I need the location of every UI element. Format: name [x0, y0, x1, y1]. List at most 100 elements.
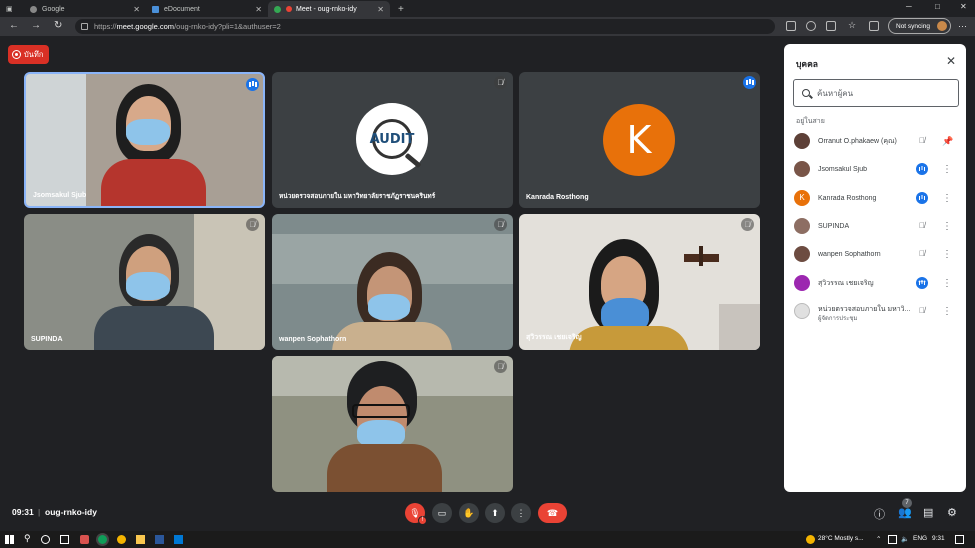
- clock[interactable]: 9:31: [932, 535, 945, 542]
- participant-name: Kanrada Rosthong: [526, 194, 589, 201]
- participant-row[interactable]: Jsomsakul Sjub ⋮: [784, 155, 966, 183]
- network-icon[interactable]: [888, 535, 897, 544]
- people-button[interactable]: 👥 7: [898, 498, 912, 519]
- recording-icon: [286, 6, 292, 12]
- translate-icon[interactable]: [806, 21, 816, 31]
- tab-actions-icon[interactable]: ▣: [0, 1, 22, 17]
- more-vert-icon[interactable]: ⋮: [942, 193, 952, 204]
- chrome-icon[interactable]: [117, 535, 126, 544]
- leave-call-button[interactable]: ☎: [538, 503, 567, 523]
- activities-icon[interactable]: ⚙: [947, 506, 957, 519]
- mic-toggle-button[interactable]: 🎙 !: [405, 503, 427, 525]
- weather-text[interactable]: 28°C Mostly s...: [818, 535, 864, 542]
- pin-icon[interactable]: 📌: [942, 136, 953, 147]
- participant-row[interactable]: wanpen Sophathorn 🎙̸ ⋮: [784, 240, 966, 268]
- participant-row[interactable]: K Kanrada Rosthong ⋮: [784, 184, 966, 212]
- task-view-icon[interactable]: [60, 535, 69, 544]
- search-input[interactable]: [817, 88, 947, 98]
- back-icon[interactable]: ←: [9, 20, 19, 31]
- video-tile-suwiwan[interactable]: 🎙̸ สุวิวรรณ เชยเจริญ: [519, 214, 760, 350]
- face-mask: [368, 294, 410, 320]
- mic-off-icon: 🎙̸: [246, 218, 259, 231]
- close-window-button[interactable]: ✕: [960, 2, 967, 11]
- people-search[interactable]: [793, 79, 959, 107]
- participant-name: สุวิวรรณ เชยเจริญ: [818, 279, 874, 287]
- video-tile-kanrada[interactable]: K Kanrada Rosthong: [519, 72, 760, 208]
- forward-icon[interactable]: →: [31, 20, 41, 31]
- participant-name: Orranut O.phakaew (คุณ): [818, 137, 897, 145]
- speaking-indicator-icon: [246, 78, 259, 91]
- collections-icon[interactable]: [869, 21, 879, 31]
- url-field[interactable]: https://meet.google.com/oug-rnko-idy?pli…: [75, 19, 775, 34]
- weather-icon[interactable]: [806, 535, 815, 544]
- search-icon[interactable]: ⚲: [24, 533, 31, 544]
- notifications-icon[interactable]: [955, 535, 964, 544]
- tray-chevron-icon[interactable]: ⌃: [876, 535, 881, 543]
- record-icon: [12, 50, 21, 59]
- maximize-button[interactable]: □: [935, 2, 940, 11]
- avatar: [794, 275, 810, 291]
- tab-meet[interactable]: Meet - oug-rnko-idy ✕: [268, 1, 390, 17]
- video-tile-audit-unit[interactable]: AUDIT 🎙̸ หน่วยตรวจสอบภายใน มหาวิทยาลัยรา…: [272, 72, 513, 208]
- participant-row[interactable]: Orranut O.phakaew (คุณ) 🎙̸ 📌: [784, 127, 966, 155]
- close-tab-icon[interactable]: ✕: [133, 5, 140, 14]
- mic-off-icon: 🎙̸: [919, 306, 925, 315]
- avatar: [794, 246, 810, 262]
- document-icon: [152, 5, 159, 13]
- volume-icon[interactable]: 🔈: [901, 535, 909, 543]
- reload-icon[interactable]: ↻: [54, 20, 62, 31]
- more-vert-icon[interactable]: ⋮: [942, 278, 952, 289]
- close-panel-icon[interactable]: ✕: [946, 54, 956, 68]
- participant-name: Jsomsakul Sjub: [818, 165, 868, 173]
- more-vert-icon[interactable]: ⋮: [942, 249, 952, 260]
- windows-taskbar: ⚲ 28°C Mostly s... ⌃ 🔈 ENG 9:31: [0, 531, 975, 548]
- app-icon[interactable]: [80, 535, 89, 544]
- participant-row[interactable]: หน่วยตรวจสอบภายใน มหาวิ... ผู้จัดการประช…: [784, 297, 966, 325]
- url-prefix: https://: [94, 22, 117, 31]
- participant-name: หน่วยตรวจสอบภายใน มหาวิทยาลัยราชภัฏราชนค…: [279, 193, 436, 200]
- cortana-icon[interactable]: [41, 535, 50, 544]
- bookmark-star-icon[interactable]: ☆: [848, 20, 856, 31]
- word-icon[interactable]: [155, 535, 164, 544]
- edge-icon[interactable]: [98, 535, 107, 544]
- avatar-letter-k: K: [603, 104, 675, 176]
- tab-google[interactable]: Google ✕: [24, 1, 146, 17]
- close-tab-icon[interactable]: ✕: [377, 5, 384, 14]
- browser-menu-icon[interactable]: ⋯: [958, 21, 967, 32]
- present-screen-button[interactable]: ⬆: [485, 503, 505, 523]
- windows-start-icon[interactable]: [5, 535, 14, 544]
- more-vert-icon[interactable]: ⋮: [942, 164, 952, 175]
- participant-row[interactable]: สุวิวรรณ เชยเจริญ ••• ⋮: [784, 269, 966, 297]
- more-vert-icon[interactable]: ⋮: [942, 306, 952, 317]
- video-tile-wanpen[interactable]: 🎙̸ wanpen Sophathorn: [272, 214, 513, 350]
- file-explorer-icon[interactable]: [136, 535, 145, 544]
- profile-sync-button[interactable]: Not syncing: [888, 18, 951, 34]
- participant-row[interactable]: SUPINDA 🎙̸ ⋮: [784, 212, 966, 240]
- language-indicator[interactable]: ENG: [913, 535, 927, 542]
- avatar: K: [794, 190, 810, 206]
- video-tile-supinda[interactable]: 🎙̸ SUPINDA: [24, 214, 265, 350]
- url-domain: meet.google.com: [116, 22, 175, 31]
- more-vert-icon[interactable]: ⋮: [942, 221, 952, 232]
- video-tile-unnamed[interactable]: 🎙̸: [272, 356, 513, 492]
- people-icon: 👥: [898, 507, 912, 519]
- new-tab-button[interactable]: +: [392, 1, 410, 17]
- tab-edocument[interactable]: eDocument ✕: [146, 1, 268, 17]
- recording-badge[interactable]: บันทึก: [8, 45, 49, 64]
- more-options-button[interactable]: ⋮: [511, 503, 531, 523]
- minimize-button[interactable]: ─: [906, 2, 912, 11]
- camera-indicator-icon[interactable]: [786, 21, 796, 31]
- lock-icon[interactable]: [81, 23, 88, 30]
- close-tab-icon[interactable]: ✕: [255, 5, 262, 14]
- raise-hand-button[interactable]: ✋: [459, 503, 479, 523]
- camera-toggle-button[interactable]: ▭: [432, 503, 452, 523]
- meeting-info-icon[interactable]: ⓘ: [874, 506, 885, 522]
- store-icon[interactable]: [174, 535, 183, 544]
- extensions-icon[interactable]: [826, 21, 836, 31]
- participant-name: Kanrada Rosthong: [818, 194, 877, 202]
- google-icon: [30, 5, 37, 13]
- video-tile-jsomsakul[interactable]: Jsomsakul Sjub: [24, 72, 265, 208]
- chat-icon[interactable]: ▤: [923, 506, 933, 519]
- participant-name: สุวิวรรณ เชยเจริญ: [526, 334, 582, 341]
- person-shirt: [327, 444, 442, 492]
